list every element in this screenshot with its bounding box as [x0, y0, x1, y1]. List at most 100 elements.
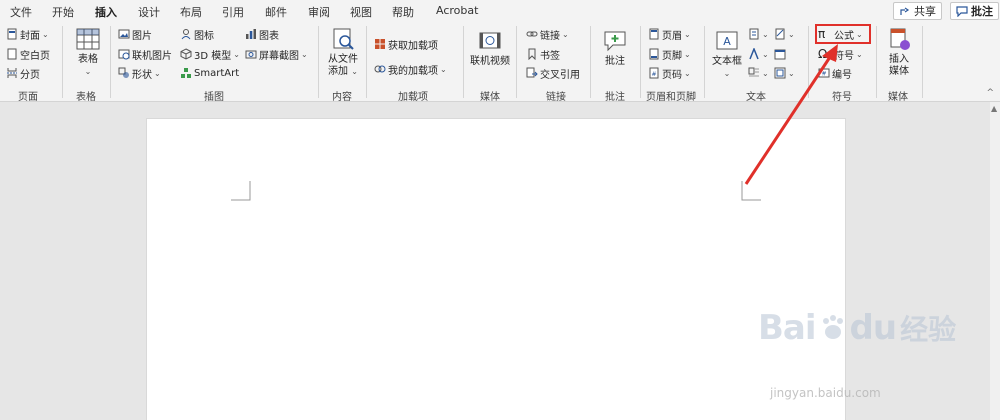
- baidu-watermark: Bai du 经验: [758, 308, 956, 348]
- wordart-button[interactable]: ⌄: [748, 46, 769, 62]
- tab-file[interactable]: 文件: [10, 4, 32, 20]
- margin-corner-mark-right: [741, 181, 761, 201]
- comment-icon: [956, 6, 968, 17]
- group-label-media-2: 媒体: [888, 92, 908, 103]
- smartart-icon: [181, 68, 191, 78]
- group-separator: [463, 26, 464, 98]
- textbox-button[interactable]: A 文本框 ⌄: [709, 28, 745, 80]
- picture-label: 图片: [132, 30, 152, 42]
- quick-parts-button[interactable]: ⌄: [748, 26, 769, 42]
- screenshot-label: 屏幕截图: [259, 50, 299, 62]
- number-label: 编号: [832, 69, 852, 81]
- get-addins-button[interactable]: 获取加载项: [374, 36, 438, 52]
- number-button[interactable]: # 编号: [818, 65, 852, 81]
- group-label-links: 链接: [546, 92, 566, 103]
- group-separator: [590, 26, 591, 98]
- link-icon: [526, 31, 538, 37]
- page-break-button[interactable]: 分页: [6, 65, 40, 81]
- new-comment-label: 批注: [605, 56, 625, 67]
- document-page[interactable]: [146, 118, 846, 420]
- table-button[interactable]: 表格 ⌄: [72, 26, 104, 78]
- footer-icon: [649, 48, 659, 60]
- symbol-label: 符号: [834, 50, 854, 62]
- document-search-icon: [333, 28, 354, 50]
- tab-acrobat[interactable]: Acrobat: [436, 4, 478, 17]
- date-time-button[interactable]: [774, 46, 786, 62]
- group-label-media: 媒体: [480, 92, 500, 103]
- tab-view[interactable]: 视图: [350, 4, 372, 20]
- tab-home[interactable]: 开始: [52, 4, 74, 20]
- tab-references[interactable]: 引用: [222, 4, 244, 20]
- document-canvas[interactable]: [0, 102, 1000, 420]
- insert-media-label-2: 媒体: [889, 66, 909, 77]
- online-picture-icon: [118, 49, 130, 60]
- watermark-brand: Bai: [758, 308, 817, 348]
- drop-cap-icon: [748, 67, 759, 77]
- footer-label: 页脚: [662, 50, 682, 62]
- link-button[interactable]: 链接 ⌄: [526, 26, 569, 42]
- bookmark-button[interactable]: 书签: [526, 46, 560, 62]
- quick-parts-icon: [749, 28, 759, 40]
- paw-icon: [822, 315, 843, 339]
- from-file-add-button[interactable]: 从文件 添加 ⌄: [323, 26, 363, 78]
- vertical-scrollbar[interactable]: ▲: [990, 102, 1000, 420]
- new-comment-button[interactable]: 批注: [598, 28, 632, 68]
- tab-mailings[interactable]: 邮件: [265, 4, 287, 20]
- footer-button[interactable]: 页脚 ⌄: [648, 46, 691, 62]
- cross-reference-icon: [526, 67, 538, 78]
- svg-text:A: A: [723, 35, 731, 48]
- page-number-button[interactable]: # 页码 ⌄: [648, 65, 691, 81]
- tab-review[interactable]: 审阅: [308, 4, 330, 20]
- comment-button[interactable]: 批注: [950, 2, 999, 20]
- tab-help[interactable]: 帮助: [392, 4, 414, 20]
- omega-icon: Ω: [818, 47, 828, 61]
- icons-icon: [181, 29, 191, 40]
- icons-button[interactable]: 图标: [180, 26, 214, 42]
- share-button[interactable]: 共享: [893, 2, 942, 20]
- symbol-button[interactable]: Ω 符号 ⌄: [818, 46, 863, 62]
- shapes-button[interactable]: 形状 ⌄: [118, 65, 161, 81]
- group-label-symbols: 符号: [832, 92, 852, 103]
- cover-page-button[interactable]: 封面 ⌄: [6, 26, 49, 42]
- object-button[interactable]: ⌄: [774, 65, 795, 81]
- chart-label: 图表: [259, 30, 279, 42]
- group-separator: [876, 26, 877, 98]
- drop-cap-button[interactable]: ⌄: [748, 65, 769, 81]
- tab-insert[interactable]: 插入: [94, 4, 118, 25]
- tab-layout[interactable]: 布局: [180, 4, 202, 20]
- header-icon: [649, 28, 659, 40]
- online-video-button[interactable]: 联机视频: [468, 28, 512, 68]
- page-break-icon: [7, 68, 17, 78]
- link-label: 链接: [540, 30, 560, 42]
- header-button[interactable]: 页眉 ⌄: [648, 26, 691, 42]
- tab-design[interactable]: 设计: [138, 4, 160, 20]
- online-picture-button[interactable]: 联机图片: [118, 46, 172, 62]
- cross-reference-button[interactable]: 交叉引用: [526, 65, 580, 81]
- group-separator: [808, 26, 809, 98]
- group-separator: [110, 26, 111, 98]
- smartart-button[interactable]: SmartArt: [180, 65, 239, 81]
- picture-button[interactable]: 图片: [118, 26, 152, 42]
- blank-page-button[interactable]: 空白页: [6, 46, 50, 62]
- group-separator: [516, 26, 517, 98]
- bookmark-icon: [528, 48, 536, 60]
- screenshot-button[interactable]: 屏幕截图 ⌄: [245, 46, 308, 62]
- blank-page-icon: [7, 48, 17, 60]
- smartart-label: SmartArt: [194, 67, 240, 79]
- chart-button[interactable]: 图表: [245, 26, 279, 42]
- cover-page-icon: [7, 28, 17, 40]
- table-label: 表格: [78, 54, 98, 65]
- scroll-up-icon[interactable]: ▲: [991, 104, 997, 113]
- comment-icon: [604, 31, 626, 52]
- cover-page-label: 封面: [20, 30, 40, 42]
- insert-media-button[interactable]: 插入 媒体: [882, 26, 916, 78]
- collapse-ribbon-icon[interactable]: ^: [986, 88, 994, 98]
- group-label-pages: 页面: [18, 92, 38, 103]
- group-separator: [922, 26, 923, 98]
- insert-media-label-1: 插入: [889, 54, 909, 65]
- 3d-model-button[interactable]: 3D 模型 ⌄: [180, 46, 240, 62]
- calendar-icon: [774, 49, 786, 60]
- signature-line-button[interactable]: ⌄: [774, 26, 795, 42]
- group-separator: [640, 26, 641, 98]
- my-addins-button[interactable]: 我的加载项 ⌄: [374, 61, 447, 77]
